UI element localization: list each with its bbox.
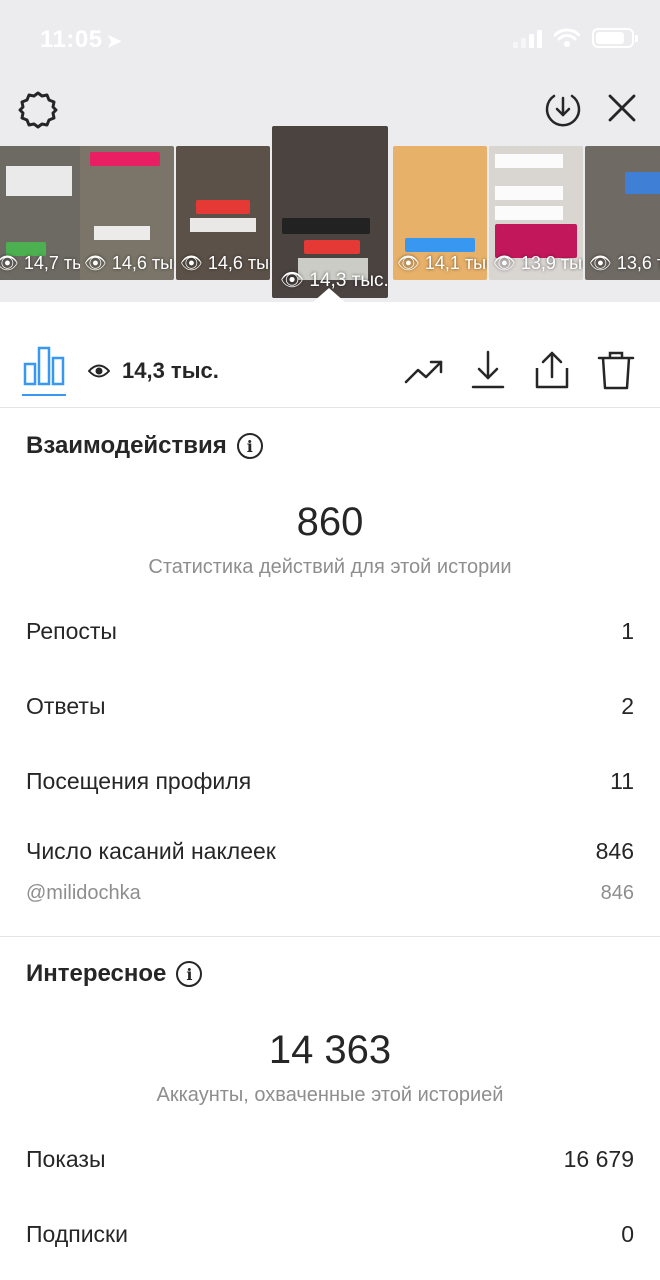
stat-label: Число касаний наклеек	[26, 838, 276, 864]
story-thumbnail[interactable]: 👁 13,6 тыс.	[585, 146, 660, 280]
stat-row-follows: Подписки 0	[26, 1221, 634, 1248]
stat-row-reposts: Репосты 1	[26, 618, 634, 645]
delete-button[interactable]	[596, 350, 636, 390]
section-divider	[0, 936, 660, 937]
stat-row-sticker-taps: Число касаний наклеек 846	[26, 838, 634, 865]
location-arrow-icon: ➤	[106, 31, 123, 51]
story-strip-area: 11:05 ➤ 👁 14,7 ты 👁 14,6 ты 👁 14,6 ты 👁 …	[0, 0, 660, 302]
story-thumbnail[interactable]: 👁 14,6 тыс.	[176, 146, 270, 280]
active-story-pointer	[313, 288, 345, 302]
stat-row-replies: Ответы 2	[26, 693, 634, 720]
story-thumbnail-active[interactable]: 👁 14,3 тыс.	[272, 126, 388, 298]
active-tab-underline	[22, 394, 66, 396]
interactions-caption: Статистика действий для этой истории	[148, 556, 512, 578]
download-circle-icon	[545, 94, 581, 127]
stat-row-profile-visits: Посещения профиля 11	[26, 768, 634, 795]
story-thumbnail[interactable]: 👁 14,6 тыс.	[80, 146, 174, 280]
story-views-count: 14,6 тыс.	[207, 253, 270, 273]
status-bar: 11:05 ➤	[0, 0, 660, 80]
story-views: 👁 14,6 тыс.	[84, 253, 174, 274]
download-icon	[471, 350, 505, 389]
interactions-title: Взаимодействия	[26, 432, 227, 459]
signal-icon	[513, 28, 542, 48]
stat-label: Ответы	[26, 693, 106, 719]
story-thumbnail[interactable]: 👁 13,9 тыс.	[489, 146, 583, 280]
gear-icon	[18, 91, 58, 129]
story-views-count: 14,6 тыс.	[111, 253, 174, 273]
story-views: 👁 13,6 тыс.	[589, 253, 660, 274]
trend-icon	[404, 360, 443, 384]
bar-chart-icon	[23, 346, 65, 386]
stat-label: Показы	[26, 1146, 106, 1172]
story-views-count: 14,1 тыс.	[424, 253, 487, 273]
story-views: 👁 14,6 тыс.	[180, 253, 270, 274]
stat-value: 846	[595, 838, 634, 864]
discovery-caption: Аккаунты, охваченные этой историей	[156, 1084, 504, 1106]
story-views: 👁 14,7 тыс.	[0, 253, 86, 274]
interactions-total: 860	[296, 500, 364, 544]
stat-row-sticker-mention: @milidochka 846	[26, 882, 634, 905]
close-button[interactable]	[602, 88, 642, 128]
info-icon[interactable]: i	[236, 433, 263, 459]
promote-button[interactable]	[404, 350, 444, 390]
status-time: 11:05 ➤	[40, 26, 122, 54]
stat-value: 846	[600, 882, 634, 904]
status-time-text: 11:05	[40, 26, 103, 53]
trash-icon	[597, 351, 635, 390]
insights-tab[interactable]	[22, 342, 66, 396]
stat-label: Посещения профиля	[26, 768, 252, 794]
story-views-count: 14,7 тыс.	[23, 253, 86, 273]
stat-label: Репосты	[26, 618, 117, 644]
story-views-count: 13,6 тыс.	[616, 253, 660, 273]
stat-label: Подписки	[26, 1221, 128, 1247]
interactions-header: Взаимодействия i	[26, 432, 263, 460]
share-icon	[535, 351, 569, 389]
stat-row-impressions: Показы 16 679	[26, 1146, 634, 1173]
stat-value: 11	[610, 768, 634, 794]
info-icon[interactable]: i	[176, 961, 203, 987]
wifi-icon	[554, 28, 580, 47]
story-views: 👁 13,9 тыс.	[493, 253, 583, 274]
save-story-button[interactable]	[542, 88, 584, 130]
status-icons	[513, 27, 638, 49]
stat-value: 0	[621, 1221, 634, 1247]
download-button[interactable]	[468, 350, 508, 390]
story-insights-toolbar: 14,3 тыс.	[0, 302, 660, 408]
stat-value: 1	[621, 618, 634, 644]
discovery-total: 14 363	[268, 1028, 392, 1072]
eye-icon	[88, 364, 110, 378]
story-thumbnail[interactable]: 👁 14,7 тыс.	[0, 146, 86, 280]
story-views-count: 13,9 тыс.	[520, 253, 583, 273]
discovery-header: Интересное i	[26, 960, 203, 988]
story-views: 👁 14,1 тыс.	[397, 253, 487, 274]
battery-icon	[592, 28, 638, 48]
discovery-title: Интересное	[26, 960, 167, 987]
stat-value: 16 679	[563, 1146, 634, 1172]
share-button[interactable]	[532, 350, 572, 390]
story-thumbnails: 👁 14,7 тыс. 👁 14,6 тыс. 👁 14,6 тыс. 👁 14…	[0, 126, 660, 306]
views-total-count: 14,3 тыс.	[122, 358, 219, 383]
close-icon	[608, 94, 636, 122]
story-thumbnail[interactable]: 👁 14,1 тыс.	[393, 146, 487, 280]
stat-value: 2	[621, 693, 634, 719]
views-total: 14,3 тыс.	[88, 358, 219, 384]
stat-label: @milidochka	[26, 882, 141, 904]
